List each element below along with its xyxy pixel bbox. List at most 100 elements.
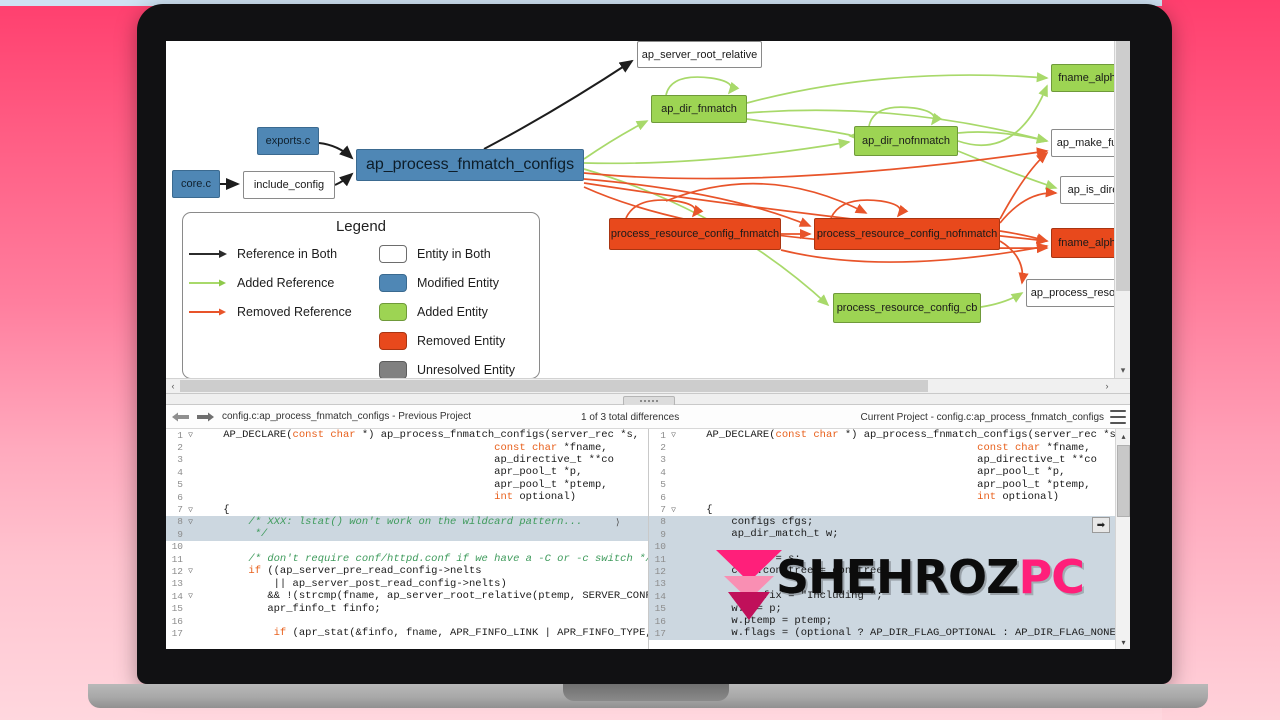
code-line[interactable]: 10 bbox=[649, 540, 1130, 553]
code-line[interactable]: 1 ▽ AP_DECLARE(const char *) ap_process_f… bbox=[649, 429, 1130, 441]
graph-node-ap-dir-nofnmatch[interactable]: ap_dir_nofnmatch bbox=[854, 126, 958, 156]
fold-toggle-icon[interactable]: ▽ bbox=[668, 505, 679, 515]
graph-hscroll-thumb[interactable] bbox=[180, 380, 928, 392]
code-line[interactable]: 1 ▽ AP_DECLARE(const char *) ap_process_f… bbox=[166, 429, 648, 441]
fold-toggle-icon[interactable]: ▽ bbox=[185, 505, 196, 515]
arrow-removed-icon bbox=[189, 308, 226, 315]
menu-icon[interactable] bbox=[1110, 410, 1126, 424]
code-line[interactable]: 6 int optional) bbox=[649, 491, 1130, 503]
graph-node-ap-dir-fnmatch[interactable]: ap_dir_fnmatch bbox=[651, 95, 747, 123]
graph-node-process-resource-config-nofnmatch[interactable]: process_resource_config_nofnmatch bbox=[814, 218, 1000, 250]
code-line[interactable]: 3 ap_directive_t **co bbox=[649, 454, 1130, 466]
code-line[interactable]: 5 apr_pool_t *ptemp, bbox=[649, 479, 1130, 491]
graph-horizontal-scrollbar[interactable]: ‹ › bbox=[166, 378, 1130, 393]
code-line[interactable]: 13 || ap_server_post_read_config->nelts) bbox=[166, 578, 648, 590]
line-number: 12 bbox=[654, 565, 666, 577]
diff-pane-current[interactable]: 1 ▽ AP_DECLARE(const char *) ap_process_f… bbox=[649, 429, 1130, 649]
graph-node-process-resource-config-cb[interactable]: process_resource_config_cb bbox=[833, 293, 981, 323]
diff-scroll-thumb[interactable] bbox=[1117, 445, 1130, 517]
graph-vertical-scrollbar[interactable]: ▾ bbox=[1114, 41, 1130, 378]
next-difference-icon[interactable] bbox=[196, 411, 214, 423]
graph-vscroll-thumb[interactable] bbox=[1116, 41, 1130, 291]
code-line[interactable]: 15 apr_finfo_t finfo; bbox=[166, 602, 648, 615]
code-line[interactable]: 14 w.prefix = "Including "; bbox=[649, 590, 1130, 603]
code-line[interactable]: 8 ▽ /* XXX: lstat() won't work on the wil… bbox=[166, 515, 648, 529]
code-line[interactable]: 2 const char *fname, bbox=[166, 441, 648, 454]
line-number: 15 bbox=[171, 603, 183, 615]
graph-node-include-config[interactable]: include_config bbox=[243, 171, 335, 199]
graph-node-ap-make-full-path[interactable]: ap_make_fu bbox=[1051, 129, 1114, 157]
code-line[interactable]: 9 */ bbox=[166, 528, 648, 541]
code-line[interactable]: 6 int optional) bbox=[166, 491, 648, 503]
code-text: cfgs.s = s; bbox=[731, 553, 801, 566]
legend-item-removed-entity: Removed Entity bbox=[379, 326, 515, 355]
code-line[interactable]: 4 apr_pool_t *p, bbox=[166, 466, 648, 478]
code-text: ap_dir_match_t w; bbox=[731, 528, 839, 541]
code-line[interactable]: 12 cfgs.conftree = conftree; bbox=[649, 565, 1130, 578]
code-lines-current[interactable]: 1 ▽ AP_DECLARE(const char *) ap_process_f… bbox=[649, 429, 1130, 649]
node-label: core.c bbox=[181, 178, 211, 190]
diff-navigation bbox=[166, 411, 214, 423]
apply-change-arrow-icon[interactable]: ➡ bbox=[1092, 517, 1110, 533]
legend-title: Legend bbox=[335, 218, 387, 235]
code-line[interactable]: 3 ap_directive_t **co bbox=[166, 454, 648, 466]
code-line[interactable]: 4 apr_pool_t *p, bbox=[649, 466, 1130, 478]
code-line[interactable]: 7 ▽ { bbox=[166, 503, 648, 516]
previous-difference-icon[interactable] bbox=[172, 411, 190, 423]
fold-toggle-icon[interactable]: ▽ bbox=[185, 517, 196, 527]
fold-toggle-icon[interactable]: ▽ bbox=[185, 566, 196, 576]
legend-label: Removed Reference bbox=[237, 304, 352, 319]
line-number: 15 bbox=[654, 603, 666, 615]
diff-pane-previous[interactable]: 1 ▽ AP_DECLARE(const char *) ap_process_f… bbox=[166, 429, 649, 649]
line-number: 4 bbox=[177, 466, 183, 478]
graph-hscroll-right-icon[interactable]: › bbox=[1100, 379, 1114, 393]
diff-scroll-down-icon[interactable]: ▾ bbox=[1116, 635, 1130, 649]
code-line[interactable]: 7 ▽ { bbox=[649, 503, 1130, 516]
graph-canvas[interactable]: core.c include_config exports.c ap_proce… bbox=[166, 41, 1114, 378]
code-line[interactable]: 13 bbox=[649, 577, 1130, 591]
legend-label: Unresolved Entity bbox=[417, 362, 515, 377]
legend-item-reference-in-both: Reference in Both bbox=[189, 239, 379, 268]
graph-node-exports-c[interactable]: exports.c bbox=[257, 127, 319, 155]
code-line[interactable]: 11 /* don't require conf/httpd.conf if w… bbox=[166, 553, 648, 565]
line-number: 4 bbox=[660, 466, 666, 478]
graph-node-ap-process-fnmatch-configs[interactable]: ap_process_fnmatch_configs bbox=[356, 149, 584, 181]
fold-toggle-icon[interactable]: ▽ bbox=[185, 591, 196, 601]
line-number: 9 bbox=[177, 528, 183, 540]
diff-right-vertical-scrollbar[interactable]: ▴ ▾ bbox=[1115, 429, 1130, 649]
code-line[interactable]: 9 ap_dir_match_t w; bbox=[649, 528, 1130, 541]
code-line[interactable]: 2 const char *fname, bbox=[649, 441, 1130, 454]
code-lines-previous[interactable]: 1 ▽ AP_DECLARE(const char *) ap_process_f… bbox=[166, 429, 648, 649]
legend-label: Reference in Both bbox=[237, 246, 338, 261]
line-number: 3 bbox=[177, 454, 183, 466]
code-line[interactable]: 14 ▽ && !(strcmp(fname, ap_server_root_re… bbox=[166, 590, 648, 602]
code-text: /* don't require conf/httpd.conf if we h… bbox=[248, 553, 648, 566]
code-line[interactable]: 10 bbox=[166, 541, 648, 553]
line-number: 11 bbox=[171, 553, 183, 565]
graph-hscroll-left-icon[interactable]: ‹ bbox=[166, 379, 180, 393]
line-number: 6 bbox=[177, 491, 183, 503]
graph-node-fname-alpha-added[interactable]: fname_alph bbox=[1051, 64, 1114, 92]
panel-splitter[interactable] bbox=[166, 393, 1130, 406]
graph-vscroll-down-icon[interactable]: ▾ bbox=[1115, 362, 1130, 378]
code-line[interactable]: 16 w.ptemp = ptemp; bbox=[649, 614, 1130, 628]
code-line[interactable]: 16 bbox=[166, 615, 648, 627]
code-line[interactable]: 17 if (apr_stat(&finfo, fname, APR_FINFO… bbox=[166, 627, 648, 639]
diff-scroll-up-icon[interactable]: ▴ bbox=[1116, 429, 1130, 443]
code-line[interactable]: 5 apr_pool_t *ptemp, bbox=[166, 479, 648, 491]
code-line[interactable]: 12 ▽ if ((ap_server_pre_read_config->nelt… bbox=[166, 565, 648, 577]
graph-node-process-resource-config-fnmatch[interactable]: process_resource_config_fnmatch bbox=[609, 218, 781, 250]
line-number: 7 bbox=[177, 504, 183, 516]
code-line[interactable]: 11 cfgs.s = s; bbox=[649, 552, 1130, 566]
graph-node-ap-server-root-relative[interactable]: ap_server_root_relative bbox=[637, 41, 762, 68]
code-line[interactable]: 17 w.flags = (optional ? AP_DIR_FLAG_OPT… bbox=[649, 627, 1130, 640]
code-line[interactable]: 15 w.p = p; bbox=[649, 602, 1130, 615]
graph-node-ap-process-resource-config[interactable]: ap_process_resou bbox=[1026, 279, 1114, 307]
fold-toggle-icon[interactable]: ▽ bbox=[668, 430, 679, 440]
graph-node-fname-alpha-removed[interactable]: fname_alph bbox=[1051, 228, 1114, 258]
graph-node-ap-is-directory[interactable]: ap_is_dire bbox=[1060, 176, 1114, 204]
fold-toggle-icon[interactable]: ▽ bbox=[185, 430, 196, 440]
graph-node-core-c[interactable]: core.c bbox=[172, 170, 220, 198]
code-line[interactable]: 8 configs cfgs; bbox=[649, 515, 1130, 529]
line-number: 14 bbox=[654, 590, 666, 602]
